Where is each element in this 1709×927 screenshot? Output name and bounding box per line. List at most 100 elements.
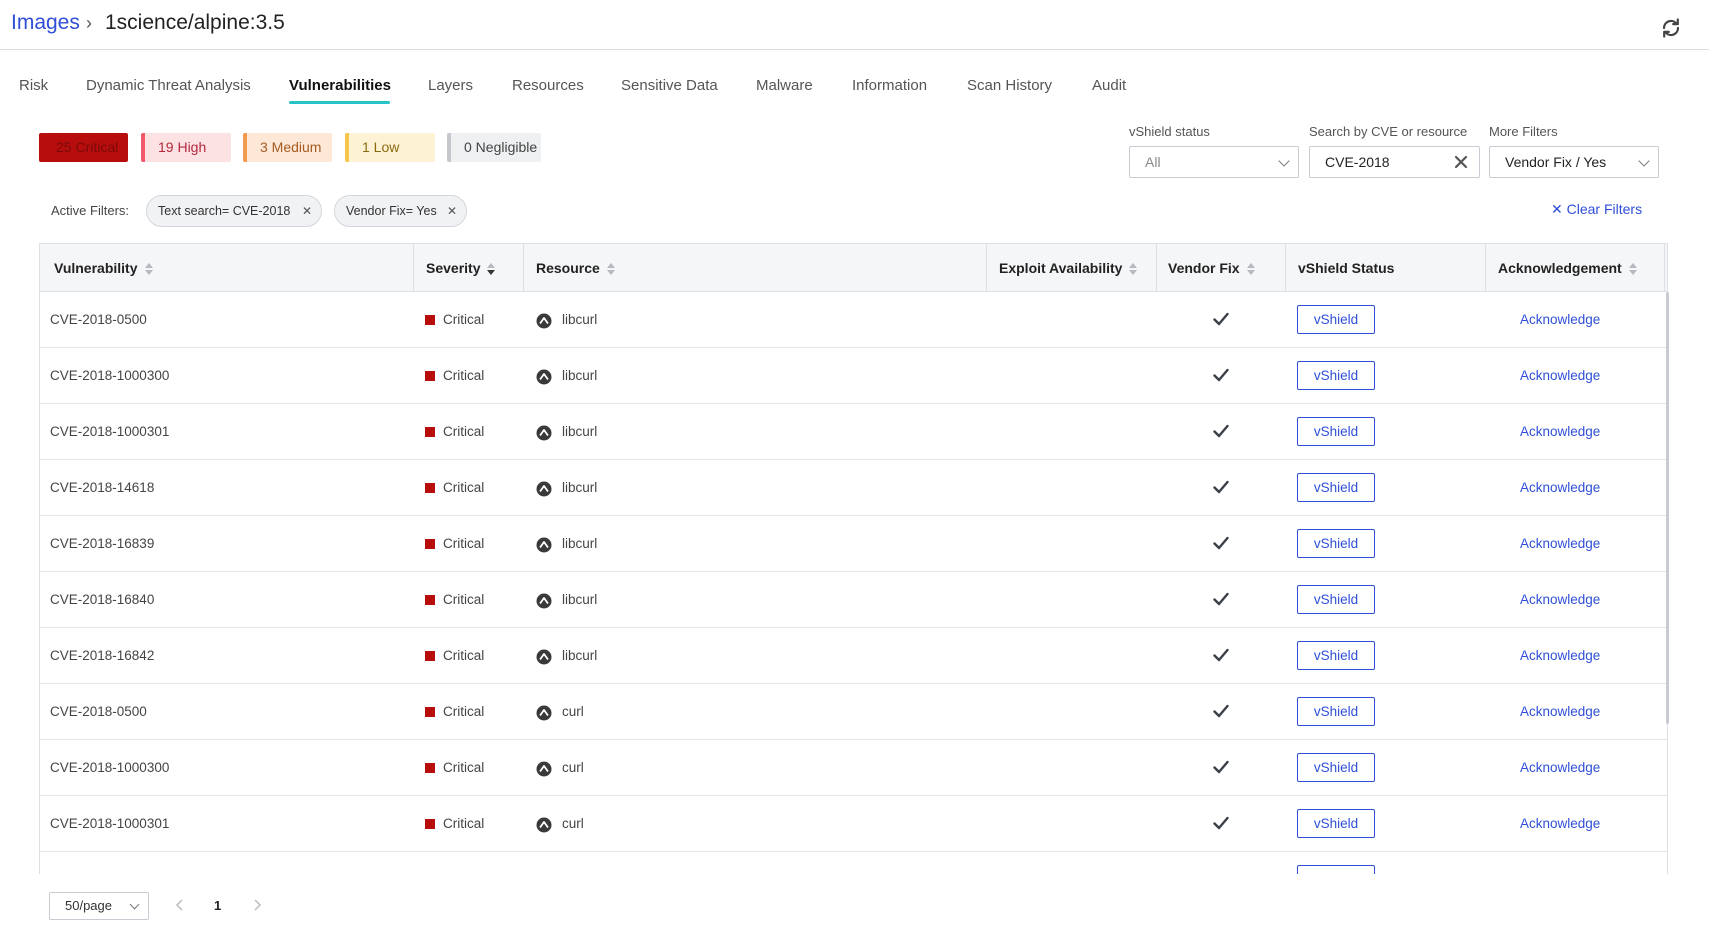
chip-critical[interactable]: 25 Critical	[39, 133, 128, 162]
search-input[interactable]: CVE-2018	[1309, 146, 1480, 178]
clear-filters-button[interactable]: ✕ Clear Filters	[1551, 201, 1642, 218]
column-header-vulnerability[interactable]: Vulnerability	[54, 244, 153, 292]
vshield-button[interactable]: vShield	[1297, 585, 1375, 614]
vshield-status-select[interactable]: All	[1129, 146, 1299, 178]
column-divider	[1485, 244, 1486, 292]
vulnerability-id[interactable]: CVE-2018-16842	[50, 628, 154, 684]
resource-name[interactable]: libcurl	[562, 572, 597, 628]
tab-dynamic-threat-analysis[interactable]: Dynamic Threat Analysis	[86, 77, 251, 94]
table-row[interactable]: CVE-2018-16840 Critical libcurl vShield Ackn…	[40, 572, 1667, 628]
acknowledge-link[interactable]: Acknowledge	[1520, 460, 1600, 516]
resource-name[interactable]: libcurl	[562, 628, 597, 684]
table-row[interactable]: CVE-2018-0500 Critical libcurl vShield Ackno…	[40, 292, 1667, 348]
sort-icon[interactable]	[1129, 263, 1138, 276]
chip-negligible[interactable]: 0 Negligible	[447, 133, 541, 162]
vshield-button[interactable]: vShield	[1297, 417, 1375, 446]
vshield-button[interactable]: vShield	[1297, 809, 1375, 838]
vulnerability-id[interactable]: CVE-2018-1000300	[50, 348, 169, 404]
column-header-severity[interactable]: Severity	[426, 244, 496, 292]
resource-name[interactable]: curl	[562, 796, 584, 852]
resource-name[interactable]: libcurl	[562, 516, 597, 572]
acknowledge-link[interactable]: Acknowledge	[1520, 628, 1600, 684]
resource-name[interactable]: libcurl	[562, 348, 597, 404]
acknowledge-link[interactable]: Acknowledge	[1520, 516, 1600, 572]
tab-risk[interactable]: Risk	[19, 77, 48, 94]
column-header-vendor-fix[interactable]: Vendor Fix	[1168, 244, 1255, 292]
vulnerability-id[interactable]: CVE-2018-1000300	[50, 740, 169, 796]
table-row[interactable]: CVE-2018-16839 Critical libcurl vShield Ackn…	[40, 516, 1667, 572]
vulnerability-id[interactable]: CVE-2018-1000301	[50, 796, 169, 852]
sort-icon[interactable]	[144, 263, 153, 276]
tab-resources[interactable]: Resources	[512, 77, 584, 94]
vshield-button[interactable]: vShield	[1297, 529, 1375, 558]
vulnerability-id[interactable]: CVE-2018-0500	[50, 684, 147, 740]
column-header-resource[interactable]: Resource	[536, 244, 615, 292]
resource-name[interactable]: libcurl	[562, 404, 597, 460]
breadcrumb-images-link[interactable]: Images	[11, 11, 80, 35]
table-row[interactable]: CVE-2018-1000300 Critical libcurl vShield Ac…	[40, 348, 1667, 404]
refresh-icon[interactable]	[1659, 16, 1683, 40]
acknowledge-link[interactable]: Acknowledge	[1520, 796, 1600, 852]
package-icon	[536, 313, 552, 329]
sort-icon[interactable]	[606, 263, 615, 276]
acknowledge-link[interactable]: Acknowledge	[1520, 572, 1600, 628]
check-icon	[1213, 648, 1229, 662]
vshield-button[interactable]	[1297, 865, 1375, 874]
remove-filter-icon[interactable]: ✕	[447, 196, 457, 226]
table-row[interactable]: CVE-2018-14618 Critical libcurl vShield Ackn…	[40, 460, 1667, 516]
acknowledge-link[interactable]: Acknowledge	[1520, 292, 1600, 348]
tab-scan-history[interactable]: Scan History	[967, 77, 1052, 94]
remove-filter-icon[interactable]: ✕	[302, 196, 312, 226]
tab-information[interactable]: Information	[852, 77, 927, 94]
table-row[interactable]: CVE-2018-1000300 Critical curl vShield Ackno…	[40, 740, 1667, 796]
vshield-button[interactable]: vShield	[1297, 753, 1375, 782]
acknowledge-link[interactable]: Acknowledge	[1520, 684, 1600, 740]
more-filters-select[interactable]: Vendor Fix / Yes	[1489, 146, 1659, 178]
acknowledge-link[interactable]: Acknowledge	[1520, 348, 1600, 404]
resource-name[interactable]: libcurl	[562, 292, 597, 348]
tab-layers[interactable]: Layers	[428, 77, 473, 94]
sort-icon[interactable]	[1246, 263, 1255, 276]
table-scrollbar[interactable]	[1666, 292, 1669, 724]
tab-audit[interactable]: Audit	[1092, 77, 1126, 94]
tab-sensitive-data[interactable]: Sensitive Data	[621, 77, 718, 94]
chevron-right-icon[interactable]	[250, 898, 264, 912]
page-number-current[interactable]: 1	[214, 898, 221, 913]
vshield-button[interactable]: vShield	[1297, 305, 1375, 334]
breadcrumb-chevron-icon: ›	[86, 13, 92, 33]
page-size-select[interactable]: 50/page	[49, 892, 149, 920]
acknowledge-link[interactable]: Acknowledge	[1520, 740, 1600, 796]
vulnerability-id[interactable]: CVE-2018-14618	[50, 460, 154, 516]
vshield-button[interactable]: vShield	[1297, 641, 1375, 670]
chip-low[interactable]: 1 Low	[345, 133, 435, 162]
tab-vulnerabilities[interactable]: Vulnerabilities	[289, 77, 391, 94]
check-icon	[1213, 816, 1229, 830]
table-row[interactable]: CVE-2018-0500 Critical curl vShield Acknowle…	[40, 684, 1667, 740]
resource-name[interactable]: libcurl	[562, 460, 597, 516]
vulnerability-id[interactable]: CVE-2018-0500	[50, 292, 147, 348]
clear-search-icon[interactable]	[1453, 154, 1469, 170]
vshield-button[interactable]: vShield	[1297, 473, 1375, 502]
vulnerability-id[interactable]: CVE-2018-16840	[50, 572, 154, 628]
column-header-exploit-availability[interactable]: Exploit Availability	[999, 244, 1138, 292]
chevron-left-icon[interactable]	[173, 898, 187, 912]
vulnerability-id[interactable]: CVE-2018-16839	[50, 516, 154, 572]
resource-name[interactable]: curl	[562, 684, 584, 740]
vulnerability-id[interactable]: CVE-2018-1000301	[50, 404, 169, 460]
table-row[interactable]: CVE-2018-1000301 Critical libcurl vShield Ac…	[40, 404, 1667, 460]
acknowledge-link[interactable]: Acknowledge	[1520, 404, 1600, 460]
sort-icon[interactable]	[1628, 263, 1637, 276]
table-row[interactable]: CVE-2018-16842 Critical libcurl vShield Ackn…	[40, 628, 1667, 684]
vshield-status-value: All	[1145, 154, 1161, 170]
vshield-button[interactable]: vShield	[1297, 361, 1375, 390]
resource-name[interactable]: curl	[562, 740, 584, 796]
tab-malware[interactable]: Malware	[756, 77, 813, 94]
chip-medium[interactable]: 3 Medium	[243, 133, 332, 162]
column-header-acknowledgement[interactable]: Acknowledgement	[1498, 244, 1637, 292]
table-row[interactable]: CVE-2018-1000301 Critical curl vShield Ackno…	[40, 796, 1667, 852]
active-tab-underline	[289, 101, 390, 104]
vshield-button[interactable]: vShield	[1297, 697, 1375, 726]
tab-bar: Risk Dynamic Threat Analysis Vulnerabili…	[0, 50, 1709, 110]
sort-desc-icon[interactable]	[487, 263, 496, 276]
chip-high[interactable]: 19 High	[141, 133, 231, 162]
